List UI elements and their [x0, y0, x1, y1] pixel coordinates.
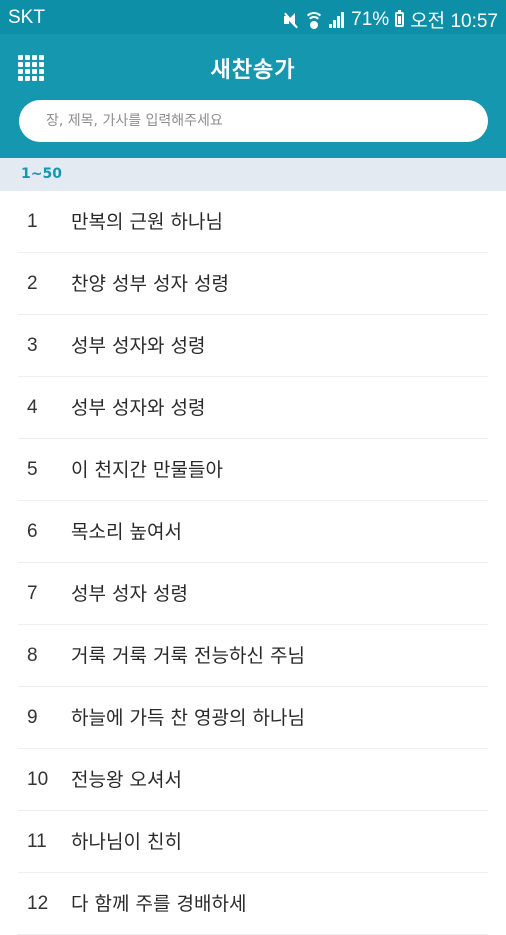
hymn-title: 하나님이 친히 — [71, 831, 182, 853]
hymn-title: 다 함께 주를 경배하세 — [71, 893, 247, 915]
list-item[interactable]: 10 전능왕 오셔서 — [18, 749, 488, 811]
list-item[interactable]: 7 성부 성자 성령 — [18, 563, 488, 625]
hymn-title: 거룩 거룩 거룩 전능하신 주님 — [71, 645, 305, 667]
wifi-icon — [304, 11, 325, 29]
list-item[interactable]: 2 찬양 성부 성자 성령 — [18, 253, 488, 315]
hymn-number: 5 — [27, 459, 38, 480]
battery-percent: 71% — [351, 8, 390, 30]
search-box[interactable] — [19, 100, 488, 142]
app-bar: 새찬송가 — [0, 34, 506, 158]
hymn-number: 7 — [27, 583, 38, 604]
hymn-number: 12 — [27, 893, 49, 914]
hymn-title: 하늘에 가득 찬 영광의 하나님 — [71, 707, 305, 729]
list-item[interactable]: 3 성부 성자와 성령 — [18, 315, 488, 377]
hymn-title: 목소리 높여서 — [71, 521, 182, 543]
signal-icon — [329, 11, 345, 28]
hymn-title: 성부 성자와 성령 — [71, 335, 206, 357]
section-header: 1~50 — [0, 158, 506, 191]
hymn-title: 찬양 성부 성자 성령 — [71, 273, 229, 295]
list-item[interactable]: 8 거룩 거룩 거룩 전능하신 주님 — [18, 625, 488, 687]
hymn-number: 4 — [27, 397, 38, 418]
mute-icon — [283, 12, 299, 28]
hymn-list: 1 만복의 근원 하나님 2 찬양 성부 성자 성령 3 성부 성자와 성령 4 성부 성자와… — [0, 191, 506, 935]
list-item[interactable]: 11 하나님이 친히 — [18, 811, 488, 873]
list-item[interactable]: 12 다 함께 주를 경배하세 — [18, 873, 488, 935]
hymn-number: 1 — [27, 211, 38, 232]
hymn-title: 이 천지간 만물들아 — [71, 459, 223, 481]
hymn-number: 8 — [27, 645, 38, 666]
hymn-title: 성부 성자 성령 — [71, 583, 188, 605]
hymn-number: 2 — [27, 273, 38, 294]
carrier-label: SKT — [8, 7, 45, 28]
battery-icon — [395, 10, 405, 27]
list-item[interactable]: 9 하늘에 가득 찬 영광의 하나님 — [18, 687, 488, 749]
hymn-number: 3 — [27, 335, 38, 356]
hymn-number: 11 — [27, 831, 47, 852]
status-icons: 71% 오전 10:57 — [283, 6, 498, 33]
clock: 오전 10:57 — [410, 11, 498, 32]
list-item[interactable]: 1 만복의 근원 하나님 — [18, 191, 488, 253]
list-item[interactable]: 6 목소리 높여서 — [18, 501, 488, 563]
status-bar: SKT 71% 오전 10:57 — [0, 0, 506, 34]
hymn-number: 9 — [27, 707, 38, 728]
list-item[interactable]: 5 이 천지간 만물들아 — [18, 439, 488, 501]
app-title: 새찬송가 — [210, 58, 296, 83]
hymn-title: 성부 성자와 성령 — [71, 397, 206, 419]
search-input[interactable] — [44, 112, 488, 130]
list-item[interactable]: 4 성부 성자와 성령 — [18, 377, 488, 439]
hymn-number: 10 — [27, 769, 49, 790]
hymn-number: 6 — [27, 521, 38, 542]
hymn-title: 만복의 근원 하나님 — [71, 211, 223, 233]
hymn-title: 전능왕 오셔서 — [71, 769, 182, 791]
